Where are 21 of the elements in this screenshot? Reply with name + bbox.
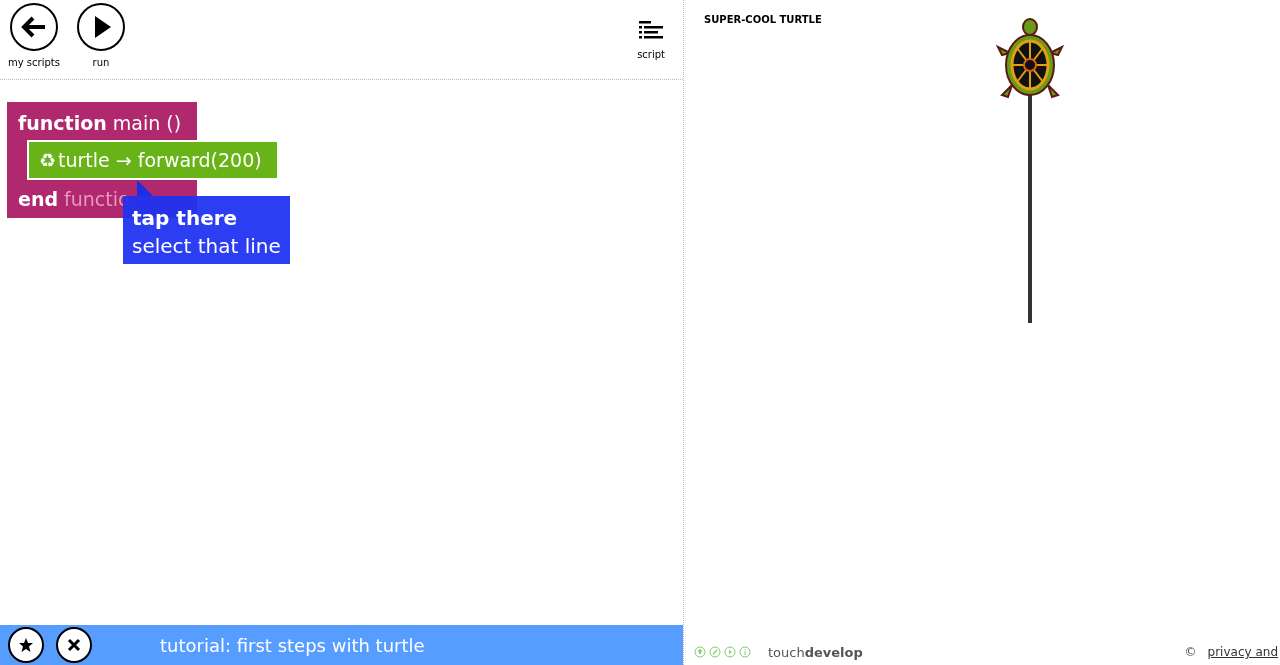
play-icon: [75, 2, 126, 52]
close-button[interactable]: [56, 627, 92, 663]
info-icon[interactable]: [739, 646, 751, 658]
close-icon: [66, 637, 82, 653]
star-button[interactable]: [8, 627, 44, 663]
play-icon[interactable]: [724, 646, 736, 658]
tutorial-title: tutorial: first steps with turtle: [160, 634, 425, 656]
pencil-icon[interactable]: [709, 646, 721, 658]
output-title: SUPER-COOL TURTLE: [703, 13, 823, 25]
privacy-link[interactable]: privacy and: [1207, 645, 1278, 659]
tooltip-title: tap there: [132, 206, 239, 230]
script-button[interactable]: script: [637, 0, 665, 60]
toolbar-button[interactable]: run: [75, 0, 126, 68]
bulb-icon[interactable]: [694, 646, 706, 658]
tooltip-pointer: [137, 180, 153, 196]
function-header[interactable]: function main (): [7, 102, 197, 140]
toolbar-button[interactable]: my scripts: [8, 0, 60, 68]
copyright-sign: ©: [1184, 645, 1197, 659]
tooltip-text: select that line: [132, 234, 281, 258]
touchdevelop-logo: touchdevelop: [768, 644, 863, 660]
star-icon: [18, 637, 34, 653]
